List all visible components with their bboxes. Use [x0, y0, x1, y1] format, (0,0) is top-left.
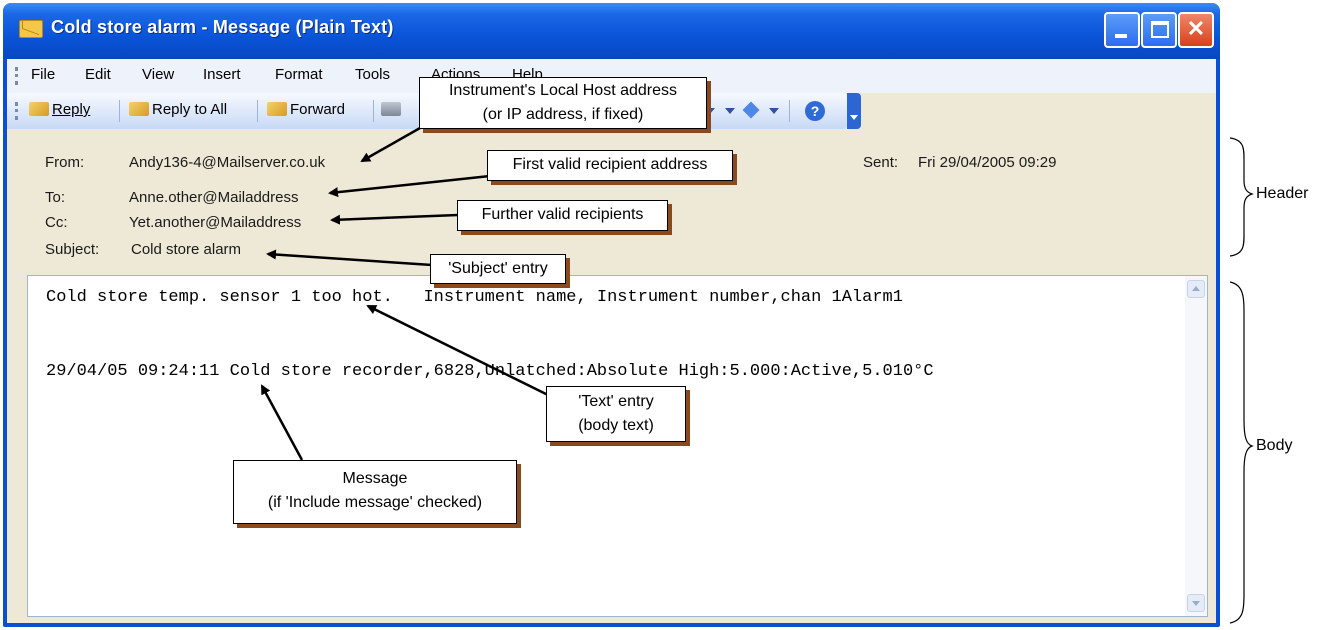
body-brace — [1229, 281, 1254, 624]
reply-all-label: Reply to All — [152, 101, 228, 118]
title-bar[interactable]: Cold store alarm - Message (Plain Text) … — [3, 3, 1220, 59]
header-brace — [1229, 137, 1254, 257]
maximize-button[interactable] — [1141, 12, 1177, 48]
callout-text-line1: 'Text' entry — [578, 393, 654, 410]
dropdown-arrow-icon[interactable] — [725, 108, 735, 114]
message-frame: File Edit View Insert Format Tools Actio… — [7, 59, 1216, 623]
forward-button[interactable]: Forward — [267, 101, 345, 118]
callout-host-line2: (or IP address, if fixed) — [482, 106, 644, 123]
scroll-up-button[interactable] — [1187, 280, 1205, 298]
cc-value[interactable]: Yet.another@Mailaddress — [129, 214, 301, 231]
callout-message: Message (if 'Include message' checked) — [233, 460, 517, 524]
forward-icon — [267, 102, 287, 116]
reply-icon — [29, 102, 49, 116]
menu-view[interactable]: View — [142, 66, 174, 83]
menu-insert[interactable]: Insert — [203, 66, 241, 83]
reply-all-button[interactable]: Reply to All — [129, 101, 227, 118]
print-button[interactable] — [381, 101, 404, 118]
callout-subject-entry: 'Subject' entry — [430, 254, 566, 284]
print-icon — [381, 102, 401, 116]
minimize-button[interactable] — [1104, 12, 1140, 48]
sent-label: Sent: — [863, 154, 899, 171]
callout-text-line2: (body text) — [578, 417, 654, 434]
reply-label: Reply — [52, 101, 91, 118]
minimize-icon — [1115, 34, 1127, 38]
maximize-icon — [1151, 21, 1169, 38]
message-body[interactable]: Cold store temp. sensor 1 too hot. Instr… — [27, 275, 1208, 617]
callout-first-recipient: First valid recipient address — [487, 150, 733, 181]
callout-further-recipients: Further valid recipients — [457, 200, 668, 231]
from-value[interactable]: Andy136-4@Mailserver.co.uk — [129, 154, 325, 171]
subject-label: Subject: — [45, 241, 100, 258]
callout-message-line1: Message — [342, 470, 408, 487]
menu-tools[interactable]: Tools — [355, 66, 390, 83]
toolbar-separator — [373, 100, 374, 122]
toolbar-options-chevron[interactable] — [847, 93, 861, 129]
dropdown-arrow-icon[interactable] — [769, 108, 779, 114]
from-label: From: — [45, 154, 85, 171]
subject-value: Cold store alarm — [131, 241, 242, 258]
body-text-line: Cold store temp. sensor 1 too hot. Instr… — [46, 288, 903, 307]
toolbar-separator — [119, 100, 120, 122]
sent-value: Fri 29/04/2005 09:29 — [918, 154, 1057, 171]
to-value[interactable]: Anne.other@Mailaddress — [129, 189, 298, 206]
body-message-line: 29/04/05 09:24:11 Cold store recorder,68… — [46, 362, 934, 381]
close-button[interactable]: ✕ — [1178, 12, 1214, 48]
to-label: To: — [45, 189, 66, 206]
menu-file[interactable]: File — [31, 66, 55, 83]
callout-text-entry: 'Text' entry (body text) — [546, 386, 686, 442]
menu-format[interactable]: Format — [275, 66, 323, 83]
navigate-icon[interactable] — [742, 101, 760, 119]
header-bracket-label: Header — [1256, 185, 1309, 202]
callout-host-line1: Instrument's Local Host address — [448, 82, 678, 99]
menu-edit[interactable]: Edit — [85, 66, 111, 83]
forward-label: Forward — [290, 101, 346, 118]
toolbar-grip[interactable] — [15, 102, 21, 120]
reply-all-icon — [129, 102, 149, 116]
toolbar-separator — [257, 100, 258, 122]
envelope-icon — [19, 20, 43, 38]
callout-message-line2: (if 'Include message' checked) — [267, 494, 483, 511]
vertical-scrollbar[interactable] — [1185, 276, 1207, 616]
menu-grip[interactable] — [15, 67, 21, 85]
reply-button[interactable]: Reply — [29, 101, 90, 118]
callout-host-address: Instrument's Local Host address (or IP a… — [419, 77, 707, 129]
cc-label: Cc: — [45, 214, 68, 231]
window-title: Cold store alarm - Message (Plain Text) — [51, 17, 394, 37]
help-icon[interactable]: ? — [805, 101, 825, 121]
body-bracket-label: Body — [1256, 437, 1293, 454]
scroll-down-button[interactable] — [1187, 594, 1205, 612]
toolbar-separator — [789, 100, 790, 122]
